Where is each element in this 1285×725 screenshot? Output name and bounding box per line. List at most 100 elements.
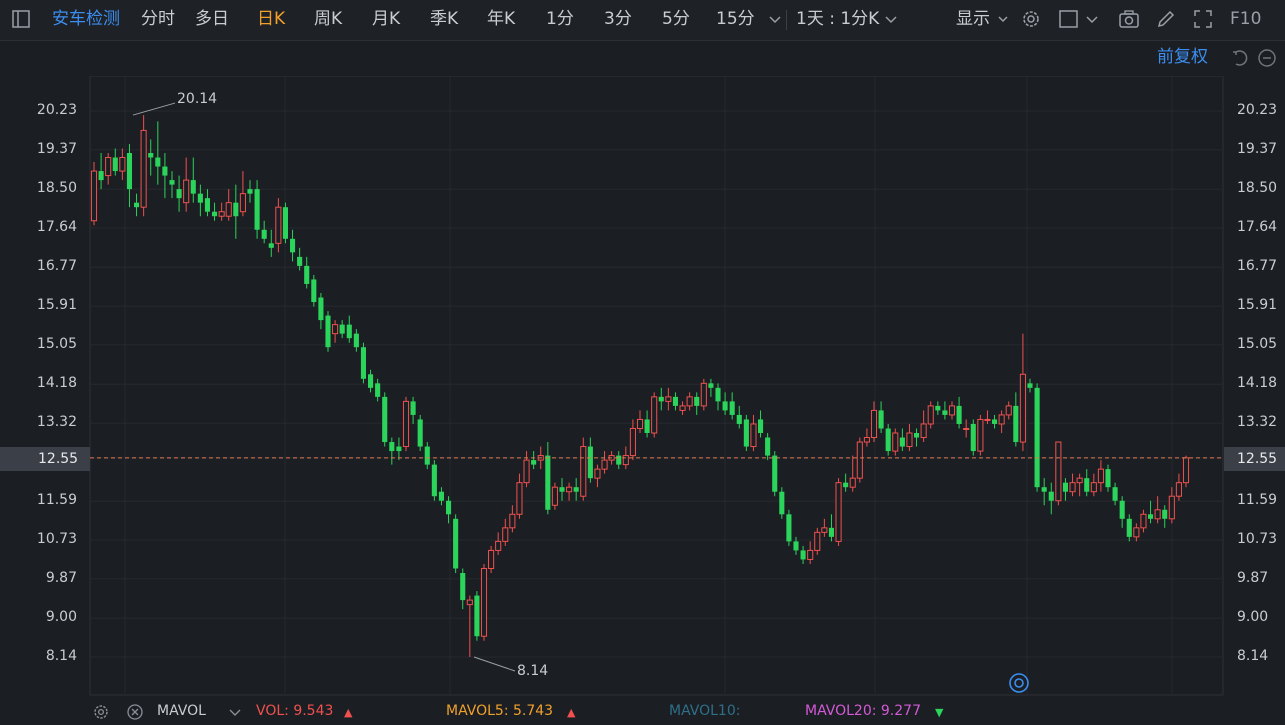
candle-down	[935, 405, 941, 411]
candle-down	[743, 419, 749, 447]
candle-down	[786, 514, 792, 542]
fullscreen-icon[interactable]	[1192, 8, 1214, 30]
square-chevron-icon[interactable]	[1081, 8, 1103, 30]
candle-up	[835, 482, 842, 542]
minus-circle-icon[interactable]	[1256, 47, 1278, 69]
candle-down	[162, 166, 168, 176]
tab-daily-k[interactable]: 日K	[257, 8, 285, 30]
candle-down	[1105, 469, 1111, 488]
display-menu[interactable]: 显示	[956, 8, 990, 30]
tab-yearly-k[interactable]: 年K	[487, 8, 515, 30]
candle-down	[389, 442, 395, 452]
undo-icon[interactable]	[1228, 47, 1250, 69]
candle-down	[445, 500, 452, 515]
settings-icon[interactable]	[92, 703, 110, 721]
candle-up	[821, 527, 828, 533]
target-icon[interactable]	[1008, 672, 1030, 694]
high-annotation: 20.14	[177, 91, 218, 107]
candle-down	[297, 256, 303, 266]
candle-down	[757, 419, 764, 433]
f10-button[interactable]: F10	[1230, 8, 1261, 30]
candle-down	[360, 347, 367, 379]
indicator-name[interactable]: MAVOL	[157, 703, 206, 719]
gear-icon[interactable]	[1020, 8, 1042, 30]
candle-up	[594, 468, 601, 479]
tab-3min[interactable]: 3分	[604, 8, 632, 30]
candle-down	[353, 333, 359, 348]
candle-up	[906, 432, 913, 448]
toolbar-divider	[786, 10, 787, 30]
top-toolbar: 安车检测 分时 多日 日K 周K 月K 季K 年K 1分 3分 5分 15分 1…	[0, 0, 1285, 41]
candle-down	[658, 396, 664, 402]
tab-intraday[interactable]: 分时	[141, 8, 175, 30]
y-tick-label-right: 15.05	[1237, 335, 1278, 352]
candle-down	[573, 487, 579, 492]
candle-up	[1182, 457, 1190, 484]
period-combo[interactable]: 1天 : 1分K	[796, 8, 879, 30]
current-price-left-text: 12.55	[38, 451, 79, 467]
tab-quarterly-k[interactable]: 季K	[430, 8, 458, 30]
candle-down	[843, 482, 849, 488]
tab-weekly-k[interactable]: 周K	[314, 8, 342, 30]
period-combo-chevron-icon[interactable]	[880, 8, 902, 30]
chart-subbar: 前复权	[0, 40, 1285, 76]
y-tick-label-right: 16.77	[1237, 258, 1278, 275]
close-icon[interactable]	[126, 703, 144, 721]
tab-multi-day[interactable]: 多日	[195, 8, 229, 30]
candle-down	[694, 396, 700, 406]
square-icon[interactable]	[1058, 8, 1080, 30]
candle-down	[410, 401, 416, 415]
adjust-mode-button[interactable]: 前复权	[1157, 46, 1208, 68]
sidebar-toggle-icon[interactable]	[10, 8, 32, 30]
candle-up	[863, 437, 870, 443]
mavol5-up-arrow-icon: ▲	[567, 706, 576, 719]
candle-down	[204, 198, 211, 212]
candle-down	[970, 423, 976, 452]
tab-monthly-k[interactable]: 月K	[372, 8, 400, 30]
candle-down	[98, 171, 104, 181]
candle-up	[140, 129, 147, 208]
tab-5min[interactable]: 5分	[662, 8, 690, 30]
candle-down	[1048, 491, 1054, 501]
candlestick-chart[interactable]	[0, 76, 1285, 698]
mavol20-down-arrow-icon: ▼	[935, 706, 944, 719]
candle-up	[948, 405, 956, 416]
candle-up	[239, 193, 246, 213]
indicator-chevron-icon[interactable]	[226, 703, 244, 721]
candle-up	[1005, 405, 1012, 416]
tab-15min[interactable]: 15分	[716, 8, 755, 30]
candle-up	[488, 549, 495, 569]
chart-frame	[89, 76, 1224, 696]
stock-name[interactable]: 安车检测	[52, 8, 120, 30]
candle-down	[431, 464, 437, 497]
candle-down	[736, 414, 742, 424]
pencil-icon[interactable]	[1155, 8, 1177, 30]
mavol5-value: MAVOL5: 5.743	[446, 703, 554, 719]
y-tick-label-right: 17.64	[1237, 218, 1278, 235]
candle-down	[913, 433, 920, 438]
candle-up	[502, 527, 509, 542]
chevron-down-icon[interactable]	[764, 8, 786, 30]
candle-up	[998, 414, 1005, 425]
tab-1min[interactable]: 1分	[546, 8, 574, 30]
y-tick-label-left: 16.77	[36, 258, 77, 275]
candle-down	[254, 189, 260, 230]
current-price-right-text: 12.55	[1237, 451, 1278, 467]
display-chevron-icon[interactable]	[992, 8, 1014, 30]
y-tick-label-left: 14.18	[36, 375, 77, 392]
candle-up	[679, 405, 686, 411]
candle-up	[580, 446, 587, 497]
camera-icon[interactable]	[1118, 8, 1140, 30]
candle-down	[112, 157, 118, 172]
candle-up	[183, 179, 190, 204]
candle-down	[155, 157, 161, 167]
candle-down	[176, 189, 182, 199]
y-tick-label-right: 9.00	[1237, 609, 1269, 626]
candle-up	[1175, 482, 1182, 497]
candle-up	[1055, 441, 1062, 502]
low-leader-line	[473, 656, 516, 672]
candle-up	[849, 477, 856, 488]
current-price-tag-left: 12.55	[0, 447, 90, 471]
candle-down	[942, 410, 948, 415]
candle-up	[1154, 509, 1161, 520]
